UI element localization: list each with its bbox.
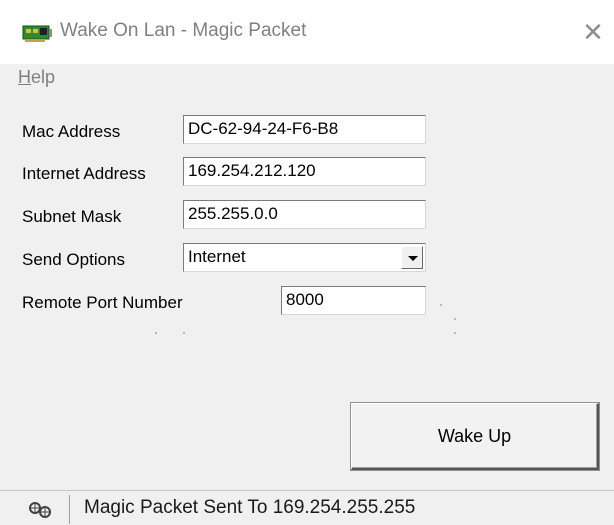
grid-dot <box>454 332 456 334</box>
wake-up-button[interactable]: Wake Up <box>351 403 599 470</box>
title-bar[interactable]: Wake On Lan - Magic Packet ✕ <box>0 0 614 64</box>
subnet-mask-label: Subnet Mask <box>22 207 122 226</box>
close-icon[interactable]: ✕ <box>580 20 606 46</box>
remote-port-label: Remote Port Number <box>22 293 183 312</box>
network-card-icon <box>22 25 52 42</box>
grid-dot <box>440 304 442 306</box>
window-title: Wake On Lan - Magic Packet <box>60 20 307 41</box>
mac-address-label: Mac Address <box>22 122 121 141</box>
menu-item-help-mnemonic: H <box>18 67 31 87</box>
menu-item-help-label: elp <box>31 67 56 87</box>
send-options-select[interactable]: Internet <box>183 243 426 272</box>
internet-address-label: Internet Address <box>22 164 146 183</box>
subnet-mask-field[interactable]: 255.255.0.0 <box>183 200 426 229</box>
grid-dot <box>454 318 456 320</box>
send-options-label: Send Options <box>22 250 126 269</box>
grid-dot <box>183 332 185 334</box>
grid-dot <box>155 332 157 334</box>
status-text: Magic Packet Sent To 169.254.255.255 <box>84 497 416 518</box>
network-status-icon <box>29 502 51 518</box>
status-icon-cell <box>12 495 70 524</box>
menu-item-help[interactable]: Help <box>18 67 55 88</box>
chevron-down-icon[interactable] <box>401 246 423 269</box>
send-options-value: Internet <box>188 247 246 266</box>
menu-bar: Help <box>0 64 614 92</box>
remote-port-field[interactable]: 8000 <box>281 286 426 315</box>
mac-address-field[interactable]: DC-62-94-24-F6-B8 <box>183 115 426 144</box>
status-bar: Magic Packet Sent To 169.254.255.255 <box>0 490 614 525</box>
internet-address-field[interactable]: 169.254.212.120 <box>183 157 426 186</box>
